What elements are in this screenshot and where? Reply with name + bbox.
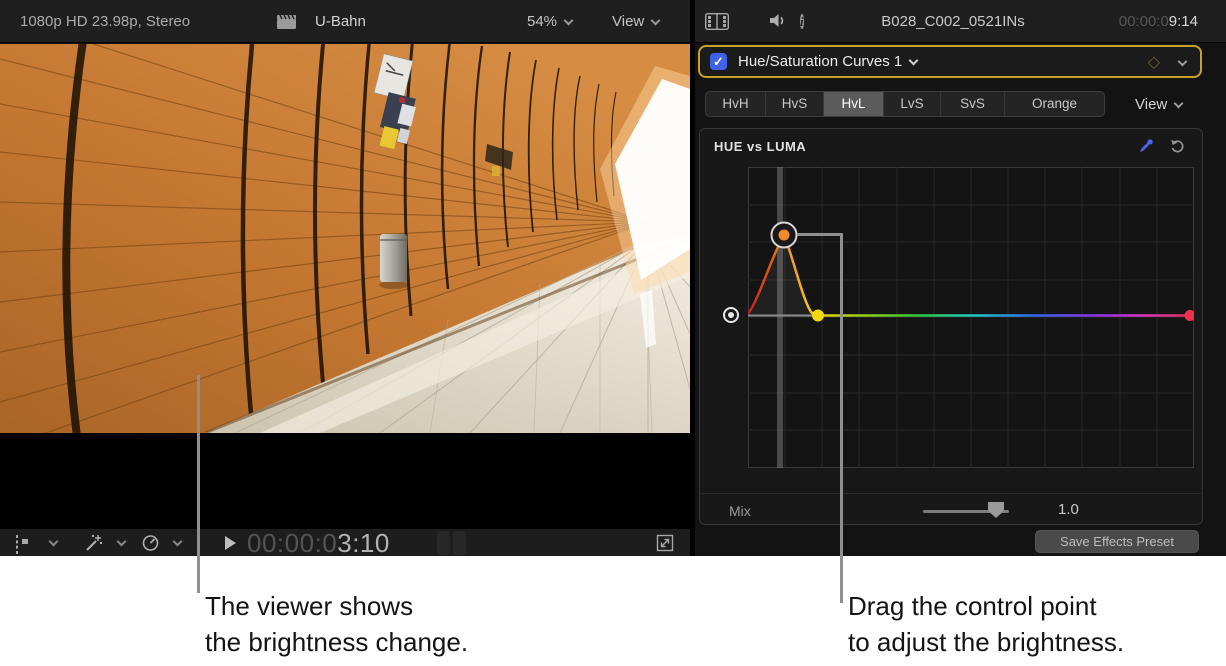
reset-button[interactable] [1170,138,1186,159]
inspector-topbar: i B028_C002_0521INs 00:00:09:14 [695,0,1226,43]
tab-lvs[interactable]: LvS [883,92,940,116]
curve-graph[interactable] [748,167,1194,468]
peak-orange-point[interactable] [772,223,797,248]
callout-line-viewer [197,375,200,593]
transform-overlay-menu[interactable] [16,536,18,554]
effect-name-menu[interactable]: Hue/Saturation Curves 1 [738,53,917,70]
callout-line-point-vertical [840,233,843,603]
video-frame-ubahn-tunnel [0,44,690,433]
chevron-down-icon [651,16,661,26]
chevron-down-icon [564,16,574,26]
expand-arrows-icon [656,534,674,552]
tab-hvh[interactable]: HvH [706,92,765,116]
chevron-down-icon [1174,99,1184,109]
viewer-toolbar: 00:00:03:10 [0,528,690,556]
viewer-pane: 1080p HD 23.98p, Stereo U-Bahn 54% View [0,0,690,556]
retime-gauge-icon [142,534,159,551]
tab-orange[interactable]: Orange [1004,92,1104,116]
chevron-down-icon[interactable] [1178,57,1188,67]
eyedropper-icon [1138,138,1154,154]
save-effects-preset-button[interactable]: Save Effects Preset [1035,530,1199,553]
tab-hvs[interactable]: HvS [765,92,823,116]
chevron-down-icon [909,56,919,66]
inspector-timecode: 00:00:09:14 [1119,13,1198,30]
format-info: 1080p HD 23.98p, Stereo [20,13,190,30]
caption-left: The viewer shows the brightness change. [205,588,468,660]
viewer-topbar: 1080p HD 23.98p, Stereo U-Bahn 54% View [0,0,690,43]
tab-svs[interactable]: SvS [940,92,1004,116]
divider [701,493,1201,494]
effect-enable-checkbox[interactable]: ✓ [710,53,727,70]
trash-bin [379,234,409,289]
app-dark-area: 1080p HD 23.98p, Stereo U-Bahn 54% View [0,0,1226,556]
keyframe-diamond-icon[interactable]: ◇ [1148,52,1160,72]
retime-menu[interactable] [142,534,159,556]
clapperboard-icon [277,15,296,34]
mix-value: 1.0 [1058,501,1079,518]
viewer-view-menu[interactable]: View [612,13,659,30]
audio-meter-left [437,531,450,555]
panel-title: HUE vs LUMA [714,139,806,154]
effect-row-hue-sat-curves[interactable]: ✓ Hue/Saturation Curves 1 ◇ [698,45,1202,78]
play-button[interactable] [225,536,236,550]
magic-wand-icon [84,534,104,552]
tab-hvl[interactable]: HvL [823,92,883,116]
curve-view-menu[interactable]: View [1135,96,1182,113]
undo-arrow-icon [1170,138,1186,154]
yellow-point[interactable] [812,310,824,322]
chevron-down-icon [49,537,59,547]
caption-area: The viewer shows the brightness change. … [0,556,1226,666]
curve-tab-strip: HvH HvS HvL LvS SvS Orange [705,91,1105,117]
chevron-down-icon [173,537,183,547]
mix-label: Mix [729,503,751,519]
inspector-pane: i B028_C002_0521INs 00:00:09:14 ✓ Hue/Sa… [695,0,1226,556]
hue-scope-target-icon[interactable] [723,307,739,323]
viewer-zoom-menu[interactable]: 54% [527,13,572,30]
fcp-screenshot: 1080p HD 23.98p, Stereo U-Bahn 54% View [0,0,1226,666]
caption-right: Drag the control point to adjust the bri… [848,588,1124,660]
callout-line-point-horizontal [797,233,843,236]
enhancements-menu[interactable] [84,534,104,557]
project-title: U-Bahn [315,13,366,30]
hue-vs-luma-panel: HUE vs LUMA [699,128,1203,525]
viewer-timecode[interactable]: 00:00:03:10 [247,529,390,557]
transform-icon [16,535,18,554]
audio-meter-right [453,531,466,555]
chevron-down-icon [117,537,127,547]
selected-hue-column [777,167,783,468]
eyedropper-button[interactable] [1138,138,1154,159]
fullscreen-button[interactable] [656,534,674,557]
mix-slider-thumb[interactable] [988,502,1004,518]
